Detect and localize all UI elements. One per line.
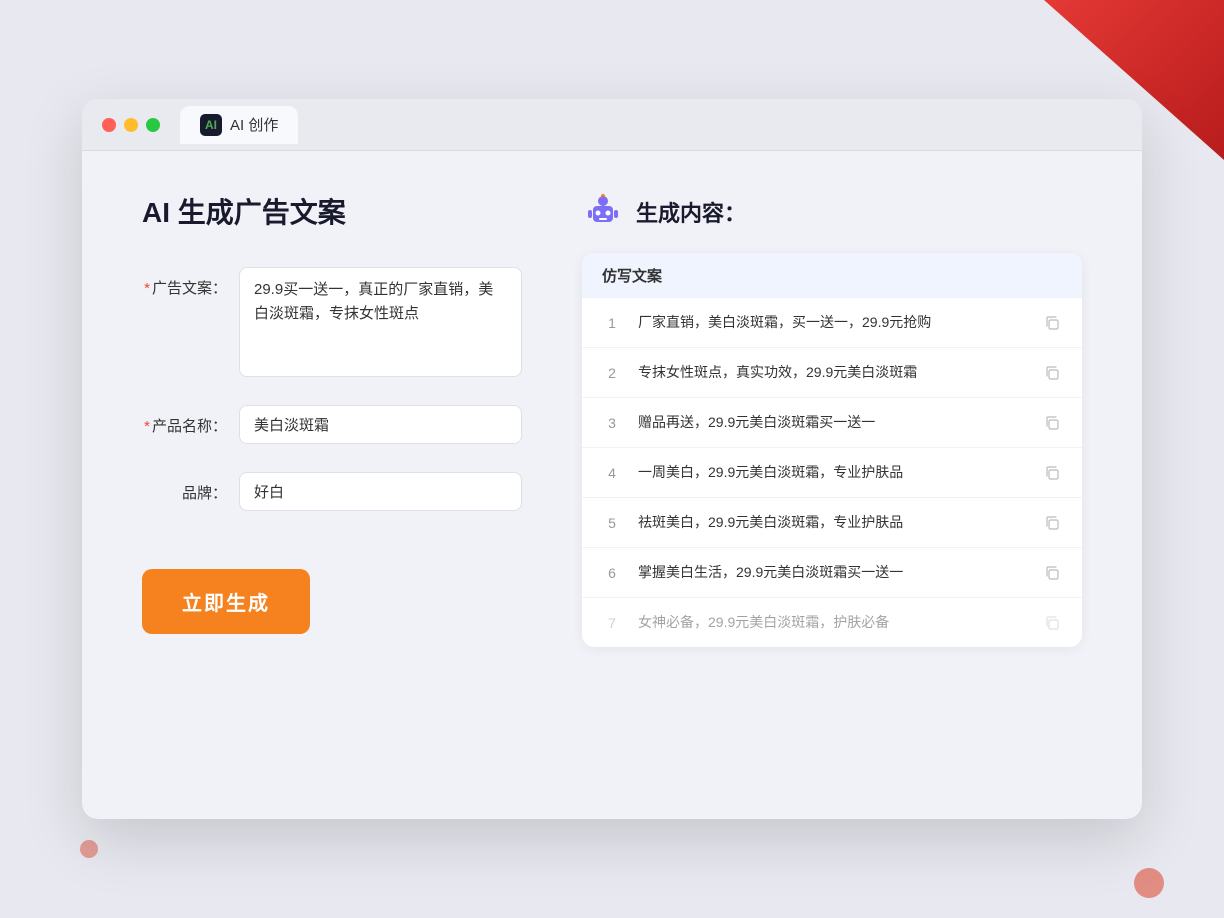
table-row: 7 女神必备，29.9元美白淡斑霜，护肤必备 bbox=[582, 598, 1082, 647]
generate-button[interactable]: 立即生成 bbox=[142, 569, 310, 634]
row-text: 女神必备，29.9元美白淡斑霜，护肤必备 bbox=[638, 612, 1026, 633]
copy-icon[interactable] bbox=[1042, 563, 1062, 583]
ad-copy-label: *广告文案： bbox=[142, 267, 227, 298]
brand-input[interactable] bbox=[239, 472, 522, 511]
row-text: 祛斑美白，29.9元美白淡斑霜，专业护肤品 bbox=[638, 512, 1026, 533]
bg-decoration-bl bbox=[80, 840, 98, 858]
form-group-ad-copy: *广告文案： bbox=[142, 267, 522, 377]
right-panel: 生成内容： 仿写文案 1 厂家直销，美白淡斑霜，买一送一，29.9元抢购 2 专抹女… bbox=[582, 191, 1082, 647]
ad-copy-input[interactable] bbox=[239, 267, 522, 377]
row-text: 专抹女性斑点，真实功效，29.9元美白淡斑霜 bbox=[638, 362, 1026, 383]
close-button[interactable] bbox=[102, 118, 116, 132]
page-title: AI 生成广告文案 bbox=[142, 191, 522, 231]
row-number: 5 bbox=[602, 515, 622, 531]
row-text: 一周美白，29.9元美白淡斑霜，专业护肤品 bbox=[638, 462, 1026, 483]
row-text: 厂家直销，美白淡斑霜，买一送一，29.9元抢购 bbox=[638, 312, 1026, 333]
copy-icon[interactable] bbox=[1042, 363, 1062, 383]
browser-window: AI AI 创作 AI 生成广告文案 *广告文案： *产品名称： bbox=[82, 99, 1142, 819]
table-row: 3 赠品再送，29.9元美白淡斑霜买一送一 bbox=[582, 398, 1082, 448]
left-panel: AI 生成广告文案 *广告文案： *产品名称： 品牌： bbox=[142, 191, 522, 647]
minimize-button[interactable] bbox=[124, 118, 138, 132]
results-container: 1 厂家直销，美白淡斑霜，买一送一，29.9元抢购 2 专抹女性斑点，真实功效，29… bbox=[582, 298, 1082, 647]
row-number: 1 bbox=[602, 315, 622, 331]
required-star-product: * bbox=[144, 418, 150, 435]
browser-content: AI 生成广告文案 *广告文案： *产品名称： 品牌： bbox=[82, 151, 1142, 687]
row-number: 6 bbox=[602, 565, 622, 581]
table-row: 4 一周美白，29.9元美白淡斑霜，专业护肤品 bbox=[582, 448, 1082, 498]
result-header: 生成内容： bbox=[582, 191, 1082, 233]
form-group-product-name: *产品名称： bbox=[142, 405, 522, 444]
copy-icon[interactable] bbox=[1042, 513, 1062, 533]
product-name-label: *产品名称： bbox=[142, 405, 227, 436]
table-header: 仿写文案 bbox=[582, 253, 1082, 298]
maximize-button[interactable] bbox=[146, 118, 160, 132]
window-controls bbox=[102, 118, 160, 132]
row-number: 7 bbox=[602, 615, 622, 631]
robot-icon bbox=[582, 191, 624, 233]
row-text: 赠品再送，29.9元美白淡斑霜买一送一 bbox=[638, 412, 1026, 433]
copy-icon[interactable] bbox=[1042, 463, 1062, 483]
row-number: 4 bbox=[602, 465, 622, 481]
row-text: 掌握美白生活，29.9元美白淡斑霜买一送一 bbox=[638, 562, 1026, 583]
table-row: 2 专抹女性斑点，真实功效，29.9元美白淡斑霜 bbox=[582, 348, 1082, 398]
product-name-input[interactable] bbox=[239, 405, 522, 444]
tab-area: AI AI 创作 bbox=[180, 106, 298, 144]
copy-icon[interactable] bbox=[1042, 413, 1062, 433]
result-table: 仿写文案 1 厂家直销，美白淡斑霜，买一送一，29.9元抢购 2 专抹女性斑点，真实… bbox=[582, 253, 1082, 647]
copy-icon[interactable] bbox=[1042, 613, 1062, 633]
bg-decoration-br bbox=[1134, 868, 1164, 898]
browser-titlebar: AI AI 创作 bbox=[82, 99, 1142, 151]
tab-ai-icon: AI bbox=[200, 114, 222, 136]
brand-label: 品牌： bbox=[142, 472, 227, 503]
copy-icon[interactable] bbox=[1042, 313, 1062, 333]
row-number: 3 bbox=[602, 415, 622, 431]
required-star-ad-copy: * bbox=[144, 280, 150, 297]
result-title: 生成内容： bbox=[636, 196, 746, 228]
tab-ai-creation[interactable]: AI AI 创作 bbox=[180, 106, 298, 144]
table-row: 5 祛斑美白，29.9元美白淡斑霜，专业护肤品 bbox=[582, 498, 1082, 548]
form-group-brand: 品牌： bbox=[142, 472, 522, 511]
tab-label: AI 创作 bbox=[230, 114, 278, 135]
table-row: 1 厂家直销，美白淡斑霜，买一送一，29.9元抢购 bbox=[582, 298, 1082, 348]
table-row: 6 掌握美白生活，29.9元美白淡斑霜买一送一 bbox=[582, 548, 1082, 598]
row-number: 2 bbox=[602, 365, 622, 381]
